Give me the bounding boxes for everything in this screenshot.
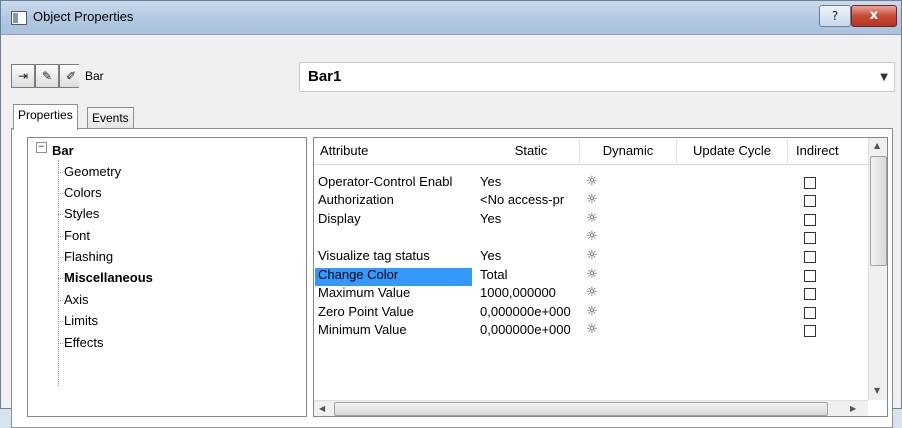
row-static[interactable]: <No access-pr: [480, 192, 578, 207]
tree-item-geometry[interactable]: Geometry: [57, 164, 121, 179]
tree-item-flashing[interactable]: Flashing: [57, 249, 113, 264]
row-static[interactable]: Yes: [480, 211, 578, 226]
object-type-box: [79, 63, 291, 89]
object-properties-window: Object Properties ? x ⇥ ✎ ✐ Bar Bar1 ▼ P…: [0, 0, 902, 428]
vertical-scroll-thumb[interactable]: [870, 156, 887, 266]
row-static[interactable]: Yes: [480, 174, 578, 189]
title-bar[interactable]: Object Properties ? x: [1, 1, 901, 35]
row-static[interactable]: 0,000000e+000: [480, 322, 578, 337]
column-header-dynamic[interactable]: Dynamic: [580, 138, 677, 165]
column-header-indirect[interactable]: Indirect: [788, 138, 877, 165]
lightbulb-icon[interactable]: ☼: [584, 247, 600, 264]
row-attribute[interactable]: Operator-Control Enabl: [318, 174, 476, 189]
lightbulb-icon[interactable]: ☼: [584, 173, 600, 190]
indirect-checkbox[interactable]: [804, 307, 816, 319]
tab-properties[interactable]: Properties: [13, 104, 78, 130]
indirect-checkbox[interactable]: [804, 288, 816, 300]
object-select[interactable]: Bar1 ▼: [299, 62, 895, 92]
tab-events[interactable]: Events: [87, 107, 134, 129]
row-attribute[interactable]: Minimum Value: [318, 322, 476, 337]
column-header-update-cycle[interactable]: Update Cycle: [677, 138, 788, 165]
vertical-scrollbar[interactable]: ▲ ▼: [868, 138, 887, 400]
tree-item-font[interactable]: Font: [57, 228, 90, 243]
indirect-checkbox[interactable]: [804, 177, 816, 189]
row-static[interactable]: 0,000000e+000: [480, 304, 578, 319]
chevron-down-icon[interactable]: ▼: [880, 72, 888, 83]
lightbulb-icon[interactable]: ☼: [584, 266, 600, 283]
row-attribute[interactable]: Visualize tag status: [318, 248, 476, 263]
tree-item-axis[interactable]: Axis: [58, 292, 89, 307]
dialog-body: ⇥ ✎ ✐ Bar Bar1 ▼ Properties Events − Bar…: [1, 35, 901, 428]
column-header-static[interactable]: Static: [483, 138, 580, 165]
indirect-checkbox[interactable]: [804, 232, 816, 244]
row-attribute-selected[interactable]: Tooltip Text: [318, 229, 476, 244]
lightbulb-icon[interactable]: ☼: [584, 191, 600, 208]
lightbulb-icon[interactable]: ☼: [584, 228, 600, 245]
row-attribute[interactable]: Change Color: [318, 267, 476, 282]
indirect-checkbox[interactable]: [804, 251, 816, 263]
window-icon: [11, 11, 27, 25]
object-select-value: Bar1: [308, 68, 342, 85]
indirect-checkbox[interactable]: [804, 214, 816, 226]
tree-item-miscellaneous[interactable]: Miscellaneous: [58, 270, 153, 285]
row-attribute[interactable]: Zero Point Value: [318, 304, 476, 319]
tree-item-colors[interactable]: Colors: [58, 185, 102, 200]
horizontal-scroll-thumb[interactable]: [334, 402, 828, 416]
tree-item-effects[interactable]: Effects: [58, 335, 104, 350]
column-header-attribute[interactable]: Attribute: [314, 138, 484, 165]
indirect-checkbox[interactable]: [804, 195, 816, 207]
lightbulb-icon[interactable]: ☼: [584, 321, 600, 338]
pick-icon[interactable]: ✎: [35, 64, 59, 88]
scroll-up-icon[interactable]: ▲: [874, 141, 880, 150]
scroll-down-icon[interactable]: ▼: [874, 386, 880, 395]
indirect-checkbox[interactable]: [804, 325, 816, 337]
object-type-label: Bar: [85, 69, 104, 83]
lightbulb-icon[interactable]: ☼: [584, 210, 600, 227]
close-button[interactable]: x: [851, 5, 897, 27]
tree-root-bar[interactable]: Bar: [52, 143, 74, 158]
row-static[interactable]: Total: [480, 267, 578, 282]
help-button[interactable]: ?: [819, 5, 851, 27]
property-tree: − Bar Geometry Colors Styles Font Flashi…: [27, 137, 307, 417]
row-static[interactable]: Yes: [480, 248, 578, 263]
lightbulb-icon[interactable]: ☼: [584, 303, 600, 320]
row-attribute[interactable]: Display: [318, 211, 476, 226]
collapse-icon[interactable]: −: [36, 142, 47, 153]
row-attribute[interactable]: Authorization: [318, 192, 476, 207]
pin-icon[interactable]: ⇥: [11, 64, 35, 88]
tree-item-styles[interactable]: Styles: [57, 206, 99, 221]
window-title: Object Properties: [33, 9, 134, 24]
tree-item-limits[interactable]: Limits: [58, 313, 98, 328]
indirect-checkbox[interactable]: [804, 270, 816, 282]
attribute-grid: Attribute Static Dynamic Update Cycle In…: [313, 137, 888, 417]
row-static[interactable]: 1000,000000: [480, 285, 578, 300]
lightbulb-icon[interactable]: ☼: [584, 284, 600, 301]
